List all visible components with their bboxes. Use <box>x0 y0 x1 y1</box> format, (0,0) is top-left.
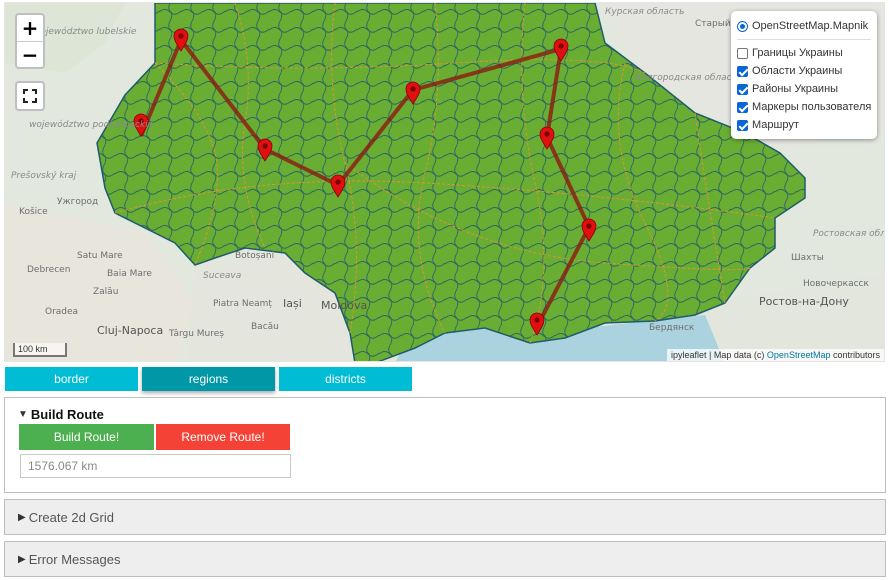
overlay-label: Районы Украины <box>752 83 839 95</box>
place-label: Suceava <box>203 271 242 281</box>
place-label: Debrecen <box>27 265 71 275</box>
caret-right-icon: ▶ <box>18 554 26 565</box>
place-label: Iași <box>283 297 302 310</box>
fullscreen-icon <box>23 89 37 103</box>
map-attribution: ipyleaflet | Map data (c) OpenStreetMap … <box>667 349 884 361</box>
place-label: Oradea <box>45 307 79 317</box>
place-label: Бердянск <box>649 323 695 333</box>
overlay-label: Границы Украины <box>752 47 843 59</box>
attribution-prefix: ipyleaflet | Map data (c) <box>671 350 767 360</box>
build-route-button[interactable]: Build Route! <box>19 424 154 450</box>
place-label: Košice <box>19 207 48 217</box>
place-label: Шахты <box>791 253 824 263</box>
caret-right-icon: ▶ <box>18 512 26 523</box>
regions-button[interactable]: regions <box>142 367 275 391</box>
scale-bar: 100 km <box>13 343 67 357</box>
place-label: Târgu Mureș <box>169 329 224 339</box>
base-layer-label: OpenStreetMap.Mapnik <box>752 20 869 32</box>
place-label: Bacău <box>251 322 279 332</box>
place-label: województwo podkarpackie <box>29 120 154 130</box>
place-label: Белгородская область <box>635 73 743 83</box>
overlay-option[interactable]: Области Украины <box>737 62 871 80</box>
base-layer-radio[interactable] <box>737 20 748 32</box>
error-messages-header[interactable]: ▶ Error Messages <box>18 552 120 567</box>
attribution-suffix: contributors <box>830 350 880 360</box>
route-distance-field[interactable]: 1576.067 km <box>20 454 291 478</box>
remove-route-button[interactable]: Remove Route! <box>156 424 290 450</box>
overlay-checkbox[interactable] <box>737 119 748 131</box>
overlay-option[interactable]: Границы Украины <box>737 44 871 62</box>
place-label: Новочеркасск <box>803 279 869 289</box>
fullscreen-button[interactable] <box>15 81 45 111</box>
border-button[interactable]: border <box>5 367 138 391</box>
place-label: Ужгород <box>57 197 99 207</box>
error-messages-title: Error Messages <box>28 552 121 567</box>
layers-control: OpenStreetMap.Mapnik Границы Украины Обл… <box>731 11 877 139</box>
build-route-header[interactable]: ▼ Build Route <box>18 407 104 422</box>
place-label: Moldova <box>321 299 368 312</box>
osm-link[interactable]: OpenStreetMap <box>767 350 831 360</box>
overlay-checkbox[interactable] <box>737 101 748 113</box>
overlay-checkbox[interactable] <box>737 83 748 95</box>
caret-down-icon: ▼ <box>18 409 28 420</box>
overlay-label: Маркеры пользователя <box>752 101 872 113</box>
overlay-option[interactable]: Районы Украины <box>737 80 871 98</box>
create-grid-header[interactable]: ▶ Create 2d Grid <box>18 510 114 525</box>
place-label: województwo lubelskie <box>33 27 137 37</box>
layers-divider <box>737 39 871 40</box>
districts-button[interactable]: districts <box>279 367 412 391</box>
create-grid-section[interactable]: ▶ Create 2d Grid <box>4 499 886 535</box>
place-label: Ростовская область <box>813 229 885 239</box>
overlay-checkbox[interactable] <box>737 65 748 77</box>
overlay-label: Области Украины <box>752 65 843 77</box>
create-grid-title: Create 2d Grid <box>28 510 114 525</box>
map-view[interactable]: województwo lubelskie województwo podkar… <box>4 2 885 362</box>
overlay-label: Маршрут <box>752 119 799 131</box>
base-layer-option[interactable]: OpenStreetMap.Mapnik <box>737 17 871 35</box>
place-label: Botoșani <box>235 251 275 261</box>
place-label: Курская область <box>605 7 685 17</box>
place-label: Cluj-Napoca <box>97 324 164 337</box>
zoom-out-button[interactable]: − <box>17 41 43 67</box>
overlay-option[interactable]: Маршрут <box>737 116 871 134</box>
build-route-section: ▼ Build Route Build Route! Remove Route!… <box>4 397 886 493</box>
place-label: Zalău <box>93 287 119 297</box>
place-label: Ростов-на-Дону <box>759 295 849 308</box>
zoom-control: + − <box>15 13 45 69</box>
layer-toggle-buttons: border regions districts <box>5 367 416 391</box>
error-messages-section[interactable]: ▶ Error Messages <box>4 541 886 577</box>
place-label: Satu Mare <box>77 251 123 261</box>
build-route-title: Build Route <box>30 407 104 422</box>
place-label: Prešovský kraj <box>11 171 77 181</box>
zoom-in-button[interactable]: + <box>17 15 43 41</box>
place-label: Piatra Neamț <box>213 299 272 309</box>
overlay-checkbox[interactable] <box>737 47 748 59</box>
place-label: Baia Mare <box>107 269 152 279</box>
overlay-option[interactable]: Маркеры пользователя <box>737 98 871 116</box>
